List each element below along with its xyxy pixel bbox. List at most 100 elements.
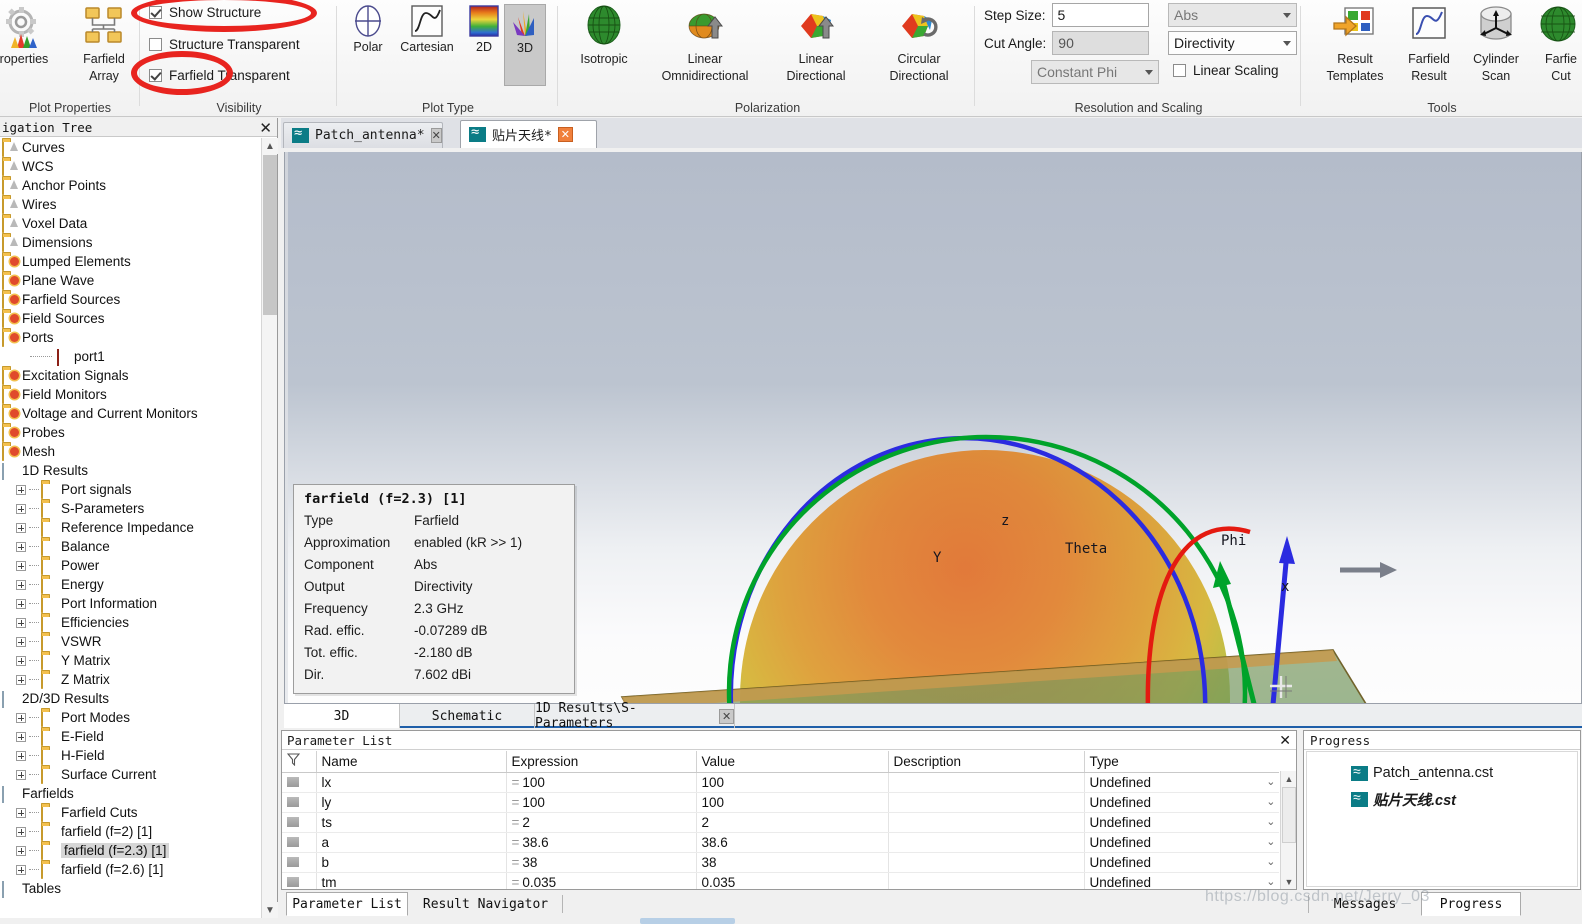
tree-item[interactable]: Z Matrix — [0, 670, 261, 689]
expand-icon[interactable] — [16, 617, 26, 628]
document-tab-cjk[interactable]: 贴片天线* ✕ — [460, 120, 597, 148]
cut-angle-input[interactable]: 90 — [1052, 31, 1150, 55]
farfield-array-button[interactable]: Farfield Array — [66, 4, 142, 83]
cell-name[interactable]: tm — [316, 872, 507, 889]
expand-icon[interactable] — [16, 484, 26, 495]
tree-item[interactable]: Farfields — [0, 784, 261, 803]
tree-item[interactable]: farfield (f=2) [1] — [0, 822, 261, 841]
bottom-tab-result-navigator[interactable]: Result Navigator — [413, 892, 558, 916]
chevron-down-icon[interactable]: ⌄ — [1266, 795, 1275, 808]
polarization-linear-omni-button[interactable]: Linear Omnidirectional — [646, 4, 764, 83]
tree-item[interactable]: Port Information — [0, 594, 261, 613]
scroll-up-icon[interactable]: ▲ — [1281, 771, 1297, 786]
expand-icon[interactable] — [16, 541, 26, 552]
expand-icon[interactable] — [16, 826, 26, 837]
sheet-tab-1d-results[interactable]: 1D Results\S-Parameters ✕ — [535, 701, 735, 731]
tree-item[interactable]: 2D/3D Results — [0, 689, 261, 708]
chevron-down-icon[interactable]: ⌄ — [1266, 875, 1275, 888]
tree-item[interactable]: Probes — [0, 423, 261, 442]
scroll-down-icon[interactable]: ▼ — [262, 902, 278, 918]
farfield-transparent-checkbox[interactable] — [149, 69, 162, 82]
output-select[interactable]: Directivity — [1168, 31, 1297, 55]
cell-expression[interactable]: = 38 — [506, 852, 697, 873]
tree-item[interactable]: Anchor Points — [0, 176, 261, 195]
tree-item[interactable]: Port Modes — [0, 708, 261, 727]
cell-type[interactable]: Undefined ⌄ — [1084, 792, 1279, 813]
row-handle-cell[interactable] — [282, 812, 317, 833]
chevron-down-icon[interactable]: ⌄ — [1266, 775, 1275, 788]
plot-type-2d-button[interactable]: 2D — [462, 4, 506, 55]
document-tab-patch-antenna[interactable]: Patch_antenna* ✕ — [283, 122, 443, 148]
close-icon[interactable]: ✕ — [430, 128, 442, 143]
sheet-tab-schematic[interactable]: Schematic — [400, 704, 535, 728]
cell-name[interactable]: lx — [316, 772, 507, 793]
polarization-isotropic-button[interactable]: Isotropic — [564, 4, 644, 67]
bottom-tab-progress[interactable]: Progress — [1421, 892, 1521, 916]
polarization-linear-directional-button[interactable]: Linear Directional — [766, 4, 866, 83]
tree-item[interactable]: Balance — [0, 537, 261, 556]
scroll-thumb[interactable] — [1282, 787, 1296, 843]
expand-icon[interactable] — [16, 560, 26, 571]
tree-item[interactable]: Voxel Data — [0, 214, 261, 233]
close-icon[interactable]: ✕ — [557, 127, 573, 142]
expand-icon[interactable] — [16, 598, 26, 609]
constant-phi-select[interactable]: Constant Phi — [1031, 60, 1159, 84]
table-row[interactable]: b = 38 38 Undefined ⌄ — [282, 852, 1279, 873]
structure-transparent-checkbox[interactable] — [149, 38, 162, 51]
plot-type-polar-button[interactable]: Polar — [338, 4, 398, 55]
checkbox-linear-scaling[interactable]: Linear Scaling — [1173, 63, 1279, 78]
tree-item[interactable]: Mesh — [0, 442, 261, 461]
expand-icon[interactable] — [16, 503, 26, 514]
expand-icon[interactable] — [16, 864, 26, 875]
cell-name[interactable]: b — [316, 852, 507, 873]
expand-icon[interactable] — [16, 579, 26, 590]
tree-item[interactable]: Surface Current — [0, 765, 261, 784]
cell-expression[interactable]: = 0.035 — [506, 872, 697, 889]
expand-icon[interactable] — [16, 769, 26, 780]
cell-description[interactable] — [888, 812, 1085, 833]
close-icon[interactable]: ✕ — [719, 708, 734, 724]
expand-icon[interactable] — [16, 807, 26, 818]
tree-item[interactable]: Farfield Sources — [0, 290, 261, 309]
tree-item[interactable]: port1 — [0, 347, 261, 366]
plot-type-3d-button[interactable]: 3D — [504, 4, 546, 86]
expand-icon[interactable] — [16, 674, 26, 685]
column-header-expression[interactable]: Expression — [506, 751, 697, 773]
tree-item[interactable]: 1D Results — [0, 461, 261, 480]
tree-item[interactable]: Dimensions — [0, 233, 261, 252]
navigation-tree-list[interactable]: Curves WCS Anchor Points Wires Voxel Data Dim… — [0, 138, 261, 902]
cell-type[interactable]: Undefined ⌄ — [1084, 872, 1279, 889]
scroll-up-icon[interactable]: ▲ — [262, 138, 278, 154]
bottom-tab-messages[interactable]: Messages — [1315, 892, 1415, 916]
table-row[interactable]: tm = 0.035 0.035 Undefined ⌄ — [282, 872, 1279, 889]
progress-list[interactable]: Patch_antenna.cst 贴片天线.cst — [1306, 751, 1578, 887]
tree-item[interactable]: Plane Wave — [0, 271, 261, 290]
tree-item[interactable]: Ports — [0, 328, 261, 347]
tree-item[interactable]: Energy — [0, 575, 261, 594]
chevron-down-icon[interactable]: ⌄ — [1266, 835, 1275, 848]
tree-item[interactable]: E-Field — [0, 727, 261, 746]
parameter-list-scrollbar[interactable]: ▲ ▼ — [1280, 771, 1296, 889]
column-header-value[interactable]: Value — [696, 751, 889, 773]
tree-item[interactable]: Voltage and Current Monitors — [0, 404, 261, 423]
table-row[interactable]: lx = 100 100 Undefined ⌄ — [282, 772, 1279, 793]
tree-item[interactable]: Reference Impedance — [0, 518, 261, 537]
tree-item[interactable]: Field Sources — [0, 309, 261, 328]
expand-icon[interactable] — [16, 655, 26, 666]
scroll-thumb[interactable] — [263, 155, 277, 315]
checkbox-show-structure[interactable]: Show Structure — [149, 5, 261, 20]
expand-icon[interactable] — [16, 750, 26, 761]
cell-expression[interactable]: = 38.6 — [506, 832, 697, 853]
progress-item[interactable]: 贴片天线.cst — [1307, 786, 1577, 812]
cell-expression[interactable]: = 2 — [506, 812, 697, 833]
properties-button[interactable]: roperties — [0, 4, 62, 67]
component-select[interactable]: Abs — [1168, 3, 1297, 27]
linear-scaling-checkbox[interactable] — [1173, 64, 1186, 77]
tree-item[interactable]: Wires — [0, 195, 261, 214]
scroll-down-icon[interactable]: ▼ — [1281, 874, 1297, 889]
column-header-name[interactable]: Name — [316, 751, 507, 773]
cylinder-scan-button[interactable]: Cylinder Scan — [1462, 4, 1530, 83]
cell-type[interactable]: Undefined ⌄ — [1084, 772, 1279, 793]
column-header-description[interactable]: Description — [888, 751, 1085, 773]
farfield-result-button[interactable]: Farfield Result — [1396, 4, 1462, 83]
